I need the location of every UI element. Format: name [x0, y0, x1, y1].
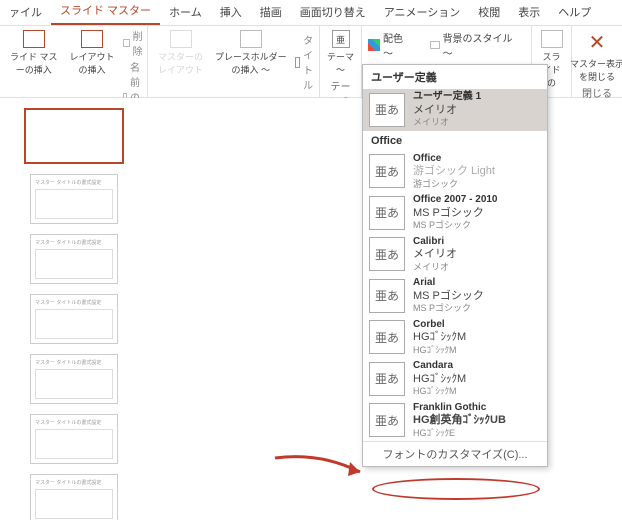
title-checkbox[interactable]: タイトル	[295, 32, 319, 92]
annotation-oval	[372, 478, 540, 500]
font-scheme-user-1[interactable]: 亜あ ユーザー定義 1 メイリオ メイリオ	[363, 89, 547, 131]
tab-draw[interactable]: 描画	[251, 0, 291, 25]
tab-animation[interactable]: アニメーション	[375, 0, 470, 25]
font-scheme-arial[interactable]: 亜あ Arial MS Pゴシック MS Pゴシック	[363, 275, 547, 317]
customize-fonts-button[interactable]: フォントのカスタマイズ(C)...	[363, 441, 547, 466]
thumb-layout-3[interactable]: マスター タイトルの書式設定	[30, 294, 118, 344]
font-scheme-office[interactable]: 亜あ Office 游ゴシック Light 游ゴシック	[363, 151, 547, 193]
tab-review[interactable]: 校閲	[469, 0, 509, 25]
close-icon: ✕	[589, 30, 606, 55]
dropdown-section-user: ユーザー定義	[363, 65, 547, 89]
thumb-layout-4[interactable]: マスター タイトルの書式設定	[30, 354, 118, 404]
font-scheme-candara[interactable]: 亜あ Candara HGｺﾞｼｯｸM HGｺﾞｼｯｸM	[363, 358, 547, 400]
insert-placeholder-button[interactable]: プレースホルダー の挿入 ～	[211, 28, 291, 78]
dropdown-section-office: Office	[363, 131, 547, 151]
tab-help[interactable]: ヘルプ	[549, 0, 600, 25]
thumb-layout-6[interactable]: マスター タイトルの書式設定	[30, 474, 118, 520]
tab-slide-master[interactable]: スライド マスター	[51, 0, 160, 25]
ribbon-tabs: ァイル スライド マスター ホーム 挿入 描画 画面切り替え アニメーション 校…	[0, 0, 622, 26]
themes-button[interactable]: 亜 テーマ ～	[323, 28, 358, 78]
thumb-layout-1[interactable]: マスター タイトルの書式設定	[30, 174, 118, 224]
thumb-layout-5[interactable]: マスター タイトルの書式設定	[30, 414, 118, 464]
tab-view[interactable]: 表示	[509, 0, 549, 25]
font-scheme-franklin[interactable]: 亜あ Franklin Gothic HG創英角ｺﾞｼｯｸUB HGｺﾞｼｯｸE	[363, 400, 547, 442]
insert-slide-master-button[interactable]: ライド マス ーの挿入	[6, 28, 62, 78]
delete-button: 削除	[123, 28, 146, 58]
tab-home[interactable]: ホーム	[160, 0, 211, 25]
fonts-dropdown-menu: ユーザー定義 亜あ ユーザー定義 1 メイリオ メイリオ Office 亜あ O…	[362, 64, 548, 467]
insert-layout-button[interactable]: レイアウト の挿入	[66, 28, 119, 78]
thumb-layout-2[interactable]: マスター タイトルの書式設定	[30, 234, 118, 284]
tab-insert[interactable]: 挿入	[211, 0, 251, 25]
font-scheme-calibri[interactable]: 亜あ Calibri メイリオ メイリオ	[363, 234, 547, 276]
font-scheme-corbel[interactable]: 亜あ Corbel HGｺﾞｼｯｸM HGｺﾞｼｯｸM	[363, 317, 547, 359]
tab-transition[interactable]: 画面切り替え	[291, 0, 375, 25]
master-layout-button: マスターの レイアウト	[154, 28, 207, 78]
thumb-master[interactable]	[24, 108, 124, 164]
thumbnail-pane[interactable]: マスター タイトルの書式設定 マスター タイトルの書式設定 マスター タイトルの…	[0, 98, 148, 520]
tab-file[interactable]: ァイル	[0, 0, 51, 25]
colors-dropdown[interactable]: 配色 ～	[368, 30, 416, 60]
font-scheme-office-2007[interactable]: 亜あ Office 2007 - 2010 MS Pゴシック MS Pゴシック	[363, 192, 547, 234]
sample-icon: 亜あ	[369, 93, 405, 127]
close-master-view-button[interactable]: ✕ マスター表示 を閉じる	[566, 28, 622, 85]
background-styles-dropdown[interactable]: 背景のスタイル ～	[430, 30, 525, 60]
